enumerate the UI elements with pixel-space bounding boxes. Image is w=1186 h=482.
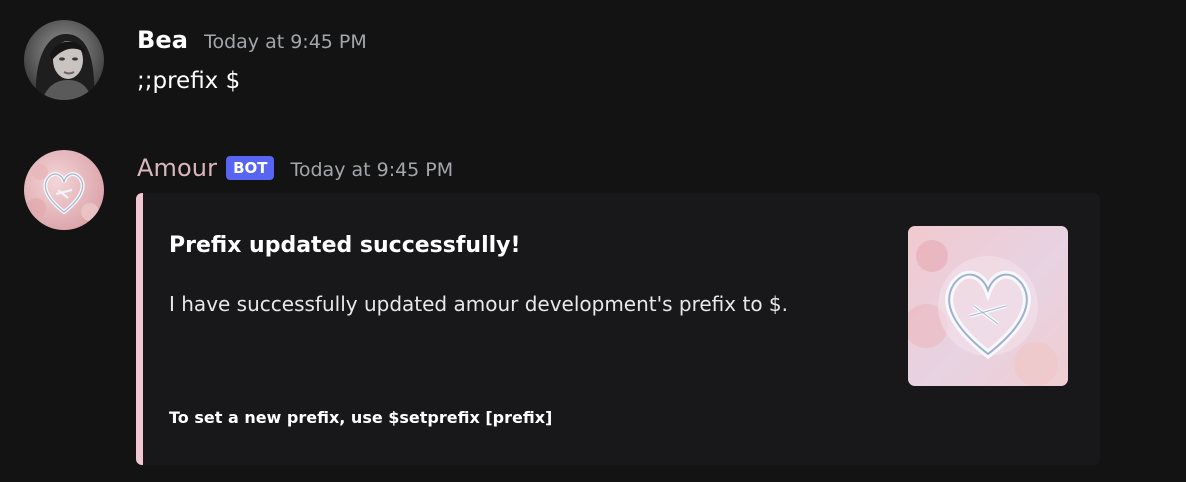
- embed-description: I have successfully updated amour develo…: [169, 292, 788, 316]
- embed: Prefix updated successfully! I have succ…: [136, 193, 1100, 465]
- username-amour[interactable]: Amour: [137, 154, 217, 182]
- timestamp: Today at 9:45 PM: [290, 159, 454, 181]
- timestamp: Today at 9:45 PM: [204, 31, 367, 53]
- embed-thumbnail-image[interactable]: [908, 226, 1068, 386]
- bot-badge: BOT: [226, 156, 275, 180]
- avatar-bea[interactable]: [24, 20, 104, 100]
- username-bea[interactable]: Bea: [137, 26, 188, 54]
- avatar-amour[interactable]: [24, 150, 104, 230]
- embed-color-bar: [136, 193, 143, 465]
- embed-title: Prefix updated successfully!: [169, 233, 521, 258]
- embed-footer: To set a new prefix, use $setprefix [pre…: [169, 408, 553, 427]
- message-content: ;;prefix $: [137, 68, 241, 94]
